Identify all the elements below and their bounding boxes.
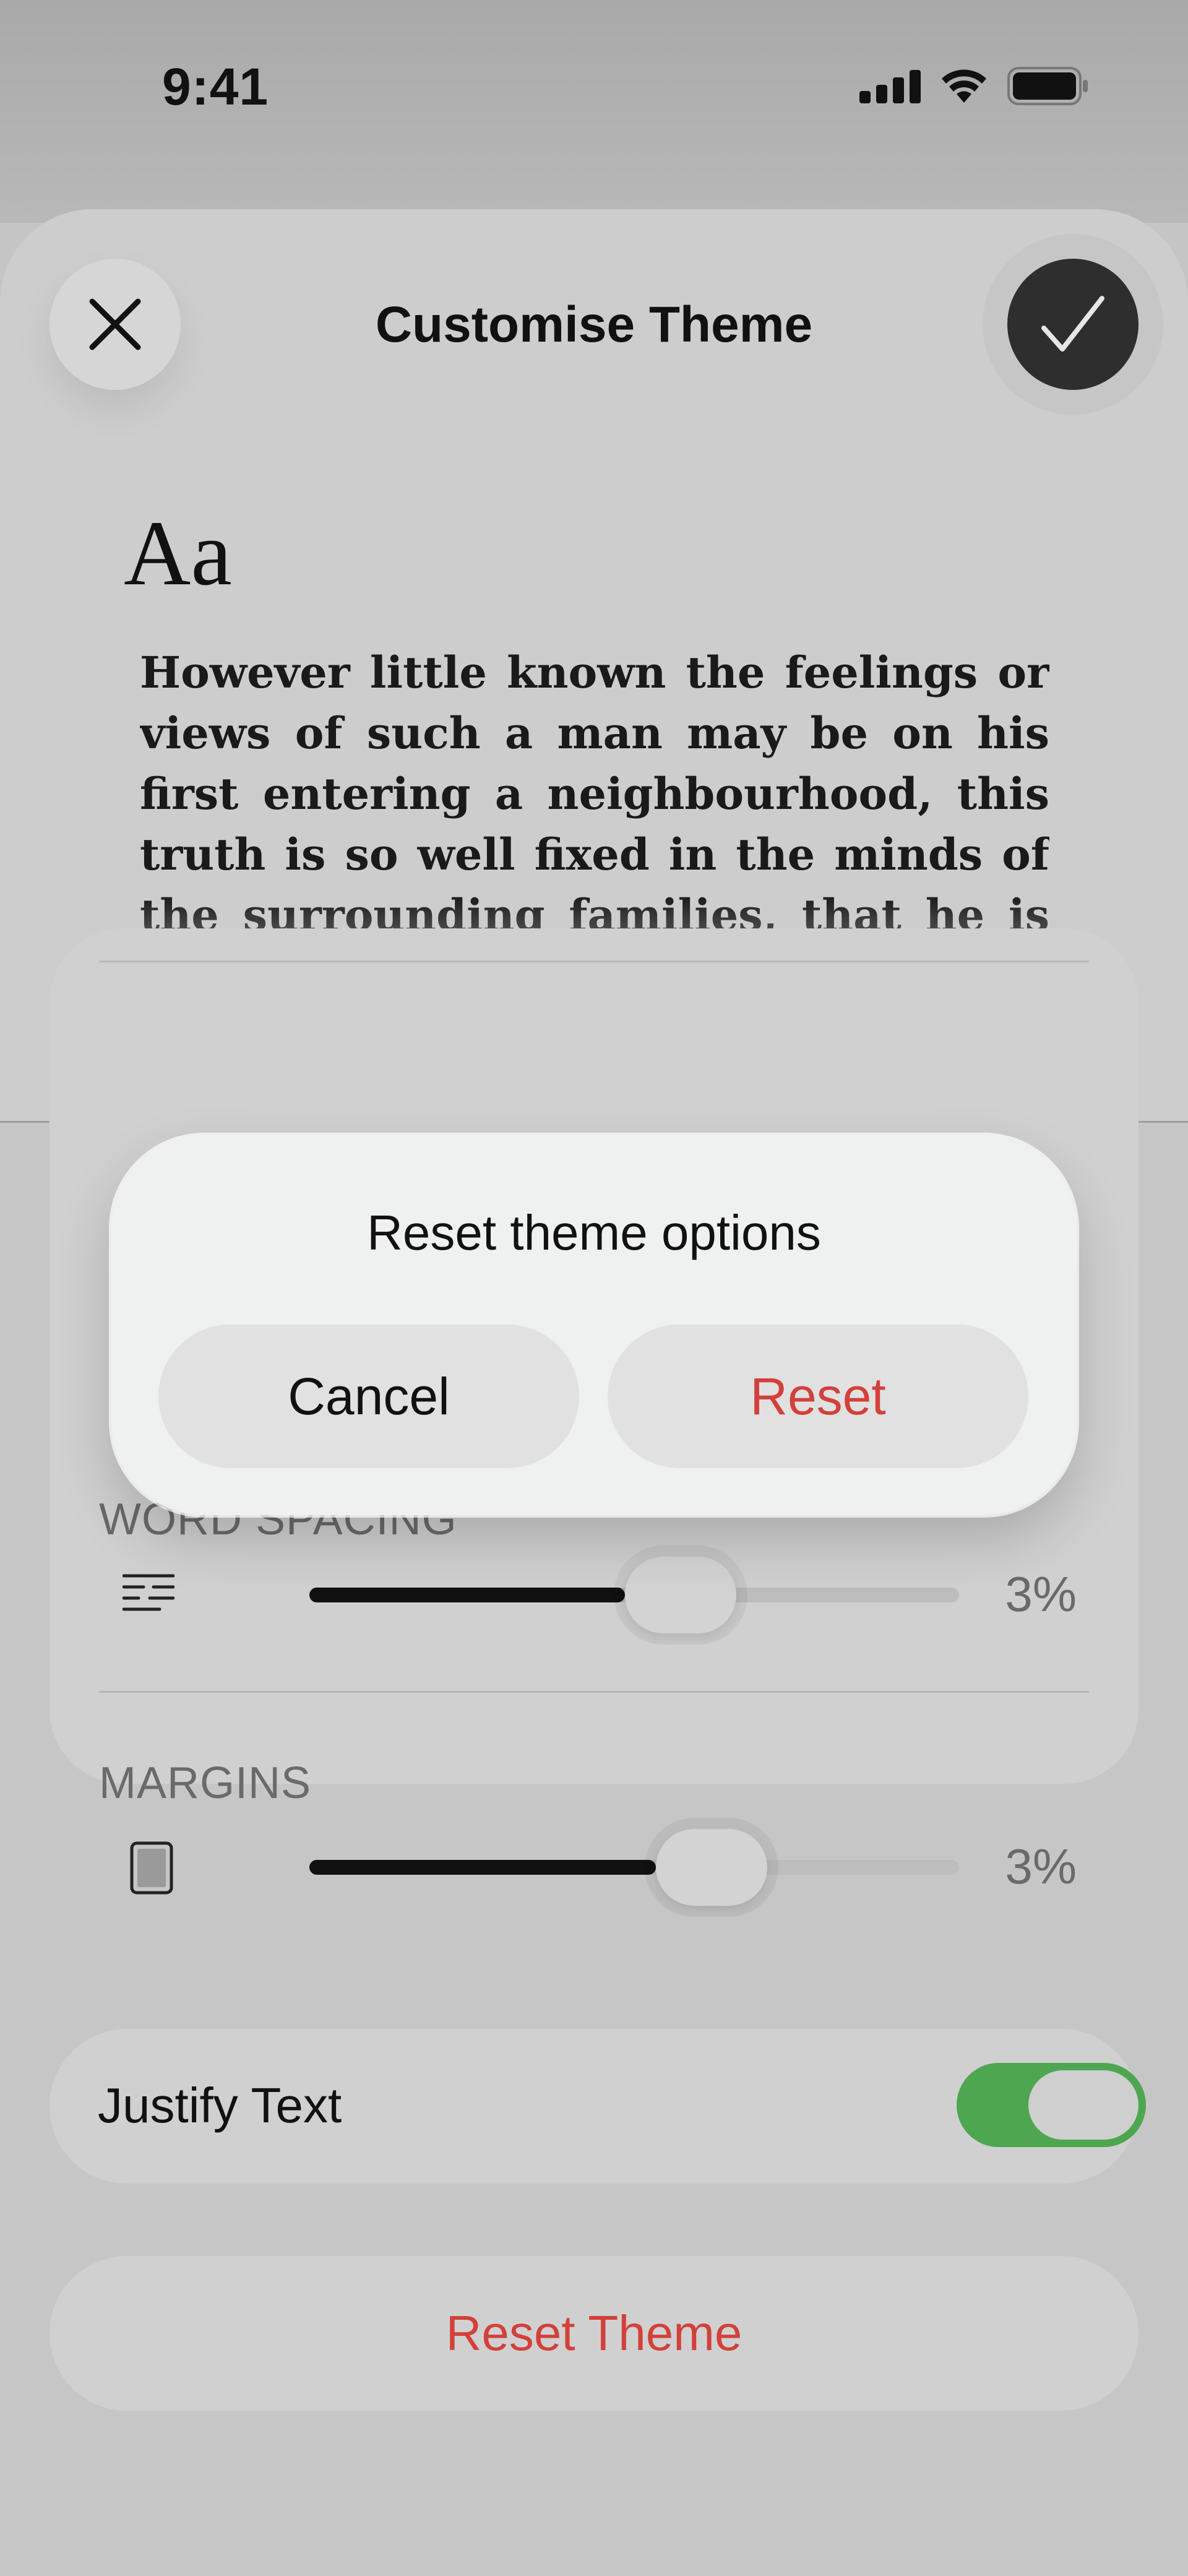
status-bar: 9:41 [0, 0, 1188, 179]
word-spacing-slider-thumb[interactable] [625, 1557, 736, 1633]
checkmark-icon [1041, 296, 1104, 352]
divider [99, 1691, 1089, 1693]
justify-text-row: Justify Text [50, 2029, 1146, 2184]
dialog-title: Reset theme options [367, 1205, 821, 1260]
reset-theme-dialog: Reset theme options Cancel Reset [111, 1135, 1077, 1515]
reset-button[interactable]: Reset [608, 1325, 1028, 1468]
status-time: 9:41 [162, 58, 269, 116]
margins-icon [130, 1841, 173, 1898]
status-icons [859, 67, 1089, 105]
confirm-button[interactable] [1007, 259, 1138, 390]
justify-text-label: Justify Text [98, 2078, 342, 2133]
cancel-button[interactable]: Cancel [158, 1325, 579, 1468]
word-spacing-row: 3% [99, 1550, 1101, 1637]
margins-value: 3% [1005, 1839, 1077, 1894]
margins-slider-thumb[interactable] [656, 1829, 767, 1906]
word-spacing-icon [122, 1572, 175, 1620]
reset-theme-label: Reset Theme [446, 2306, 742, 2361]
divider [99, 961, 1089, 962]
battery-icon [1007, 67, 1089, 105]
word-spacing-value: 3% [1005, 1567, 1077, 1622]
margins-slider[interactable] [309, 1829, 959, 1906]
reset-theme-button[interactable]: Reset Theme [50, 2256, 1138, 2411]
margins-slider-fill [309, 1860, 656, 1875]
toggle-knob [1028, 2070, 1138, 2140]
word-spacing-slider[interactable] [309, 1557, 959, 1633]
margins-label: MARGINS [99, 1758, 312, 1808]
wifi-icon [939, 68, 989, 104]
word-spacing-slider-fill [309, 1588, 625, 1602]
screen: 9:41 Customise Theme Aa However little k… [0, 0, 1188, 2576]
margins-row: 3% [99, 1823, 1101, 1909]
preview-font-sample: Aa [124, 502, 232, 605]
justify-text-toggle[interactable] [957, 2063, 1146, 2147]
cellular-signal-icon [859, 69, 921, 103]
